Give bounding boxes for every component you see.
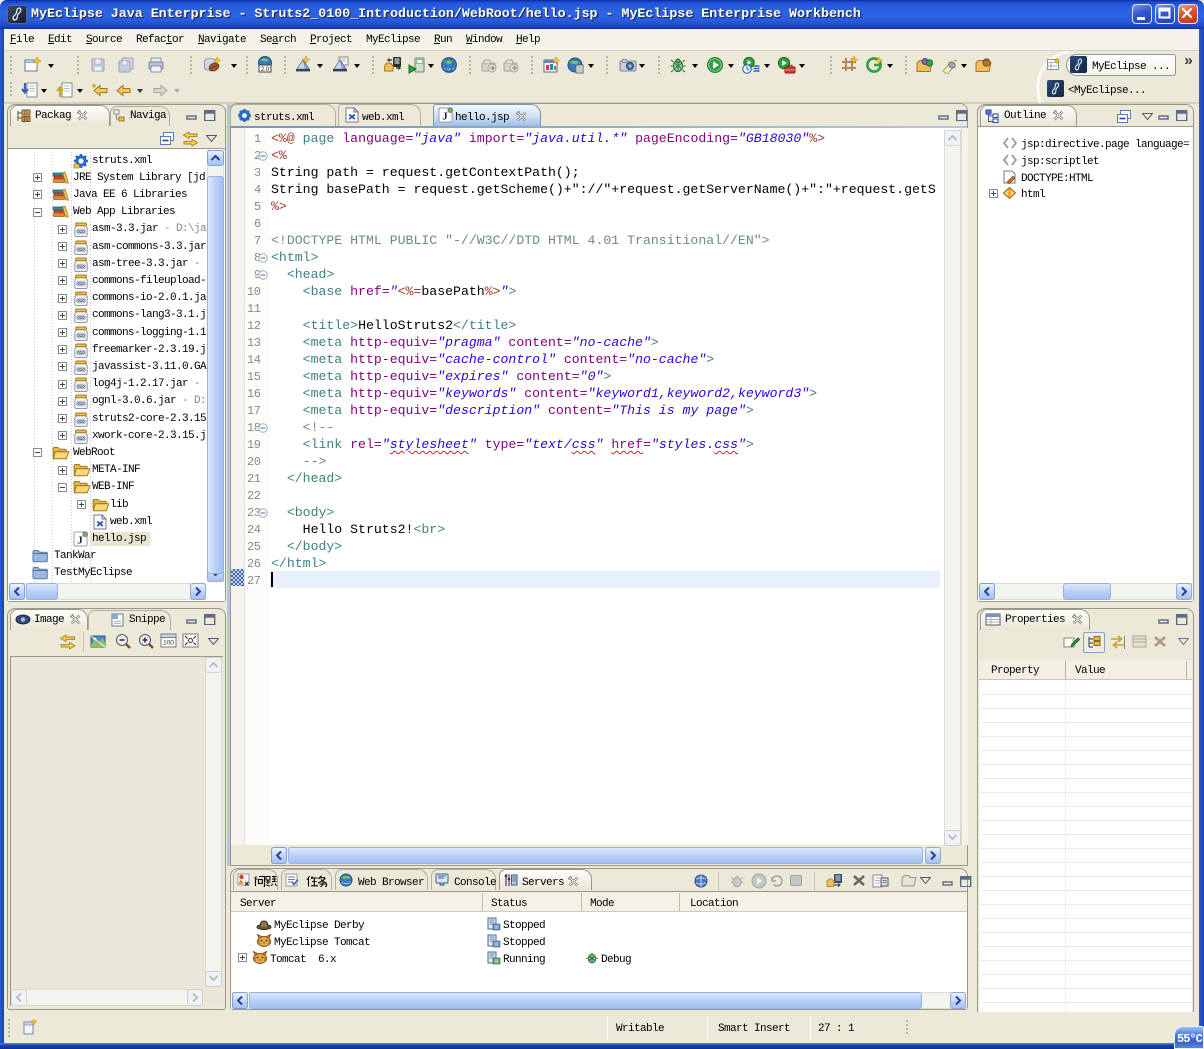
svg-text:J: J: [442, 111, 448, 123]
svg-text:010: 010: [77, 350, 85, 355]
svg-text:010: 010: [77, 229, 85, 234]
svg-text:010: 010: [77, 315, 85, 320]
svg-text:010: 010: [77, 298, 85, 303]
svg-text:010: 010: [77, 281, 85, 286]
svg-text:2.0: 2.0: [261, 67, 270, 73]
svg-text:010: 010: [77, 436, 85, 441]
svg-text:010: 010: [77, 247, 85, 252]
svg-text:010: 010: [77, 264, 85, 269]
svg-text:010: 010: [77, 333, 85, 338]
svg-text:010: 010: [77, 401, 85, 406]
svg-text:010: 010: [77, 367, 85, 372]
svg-text:100: 100: [163, 640, 174, 647]
svg-text:010: 010: [77, 419, 85, 424]
svg-text:J: J: [77, 534, 83, 546]
svg-text:010: 010: [77, 384, 85, 389]
